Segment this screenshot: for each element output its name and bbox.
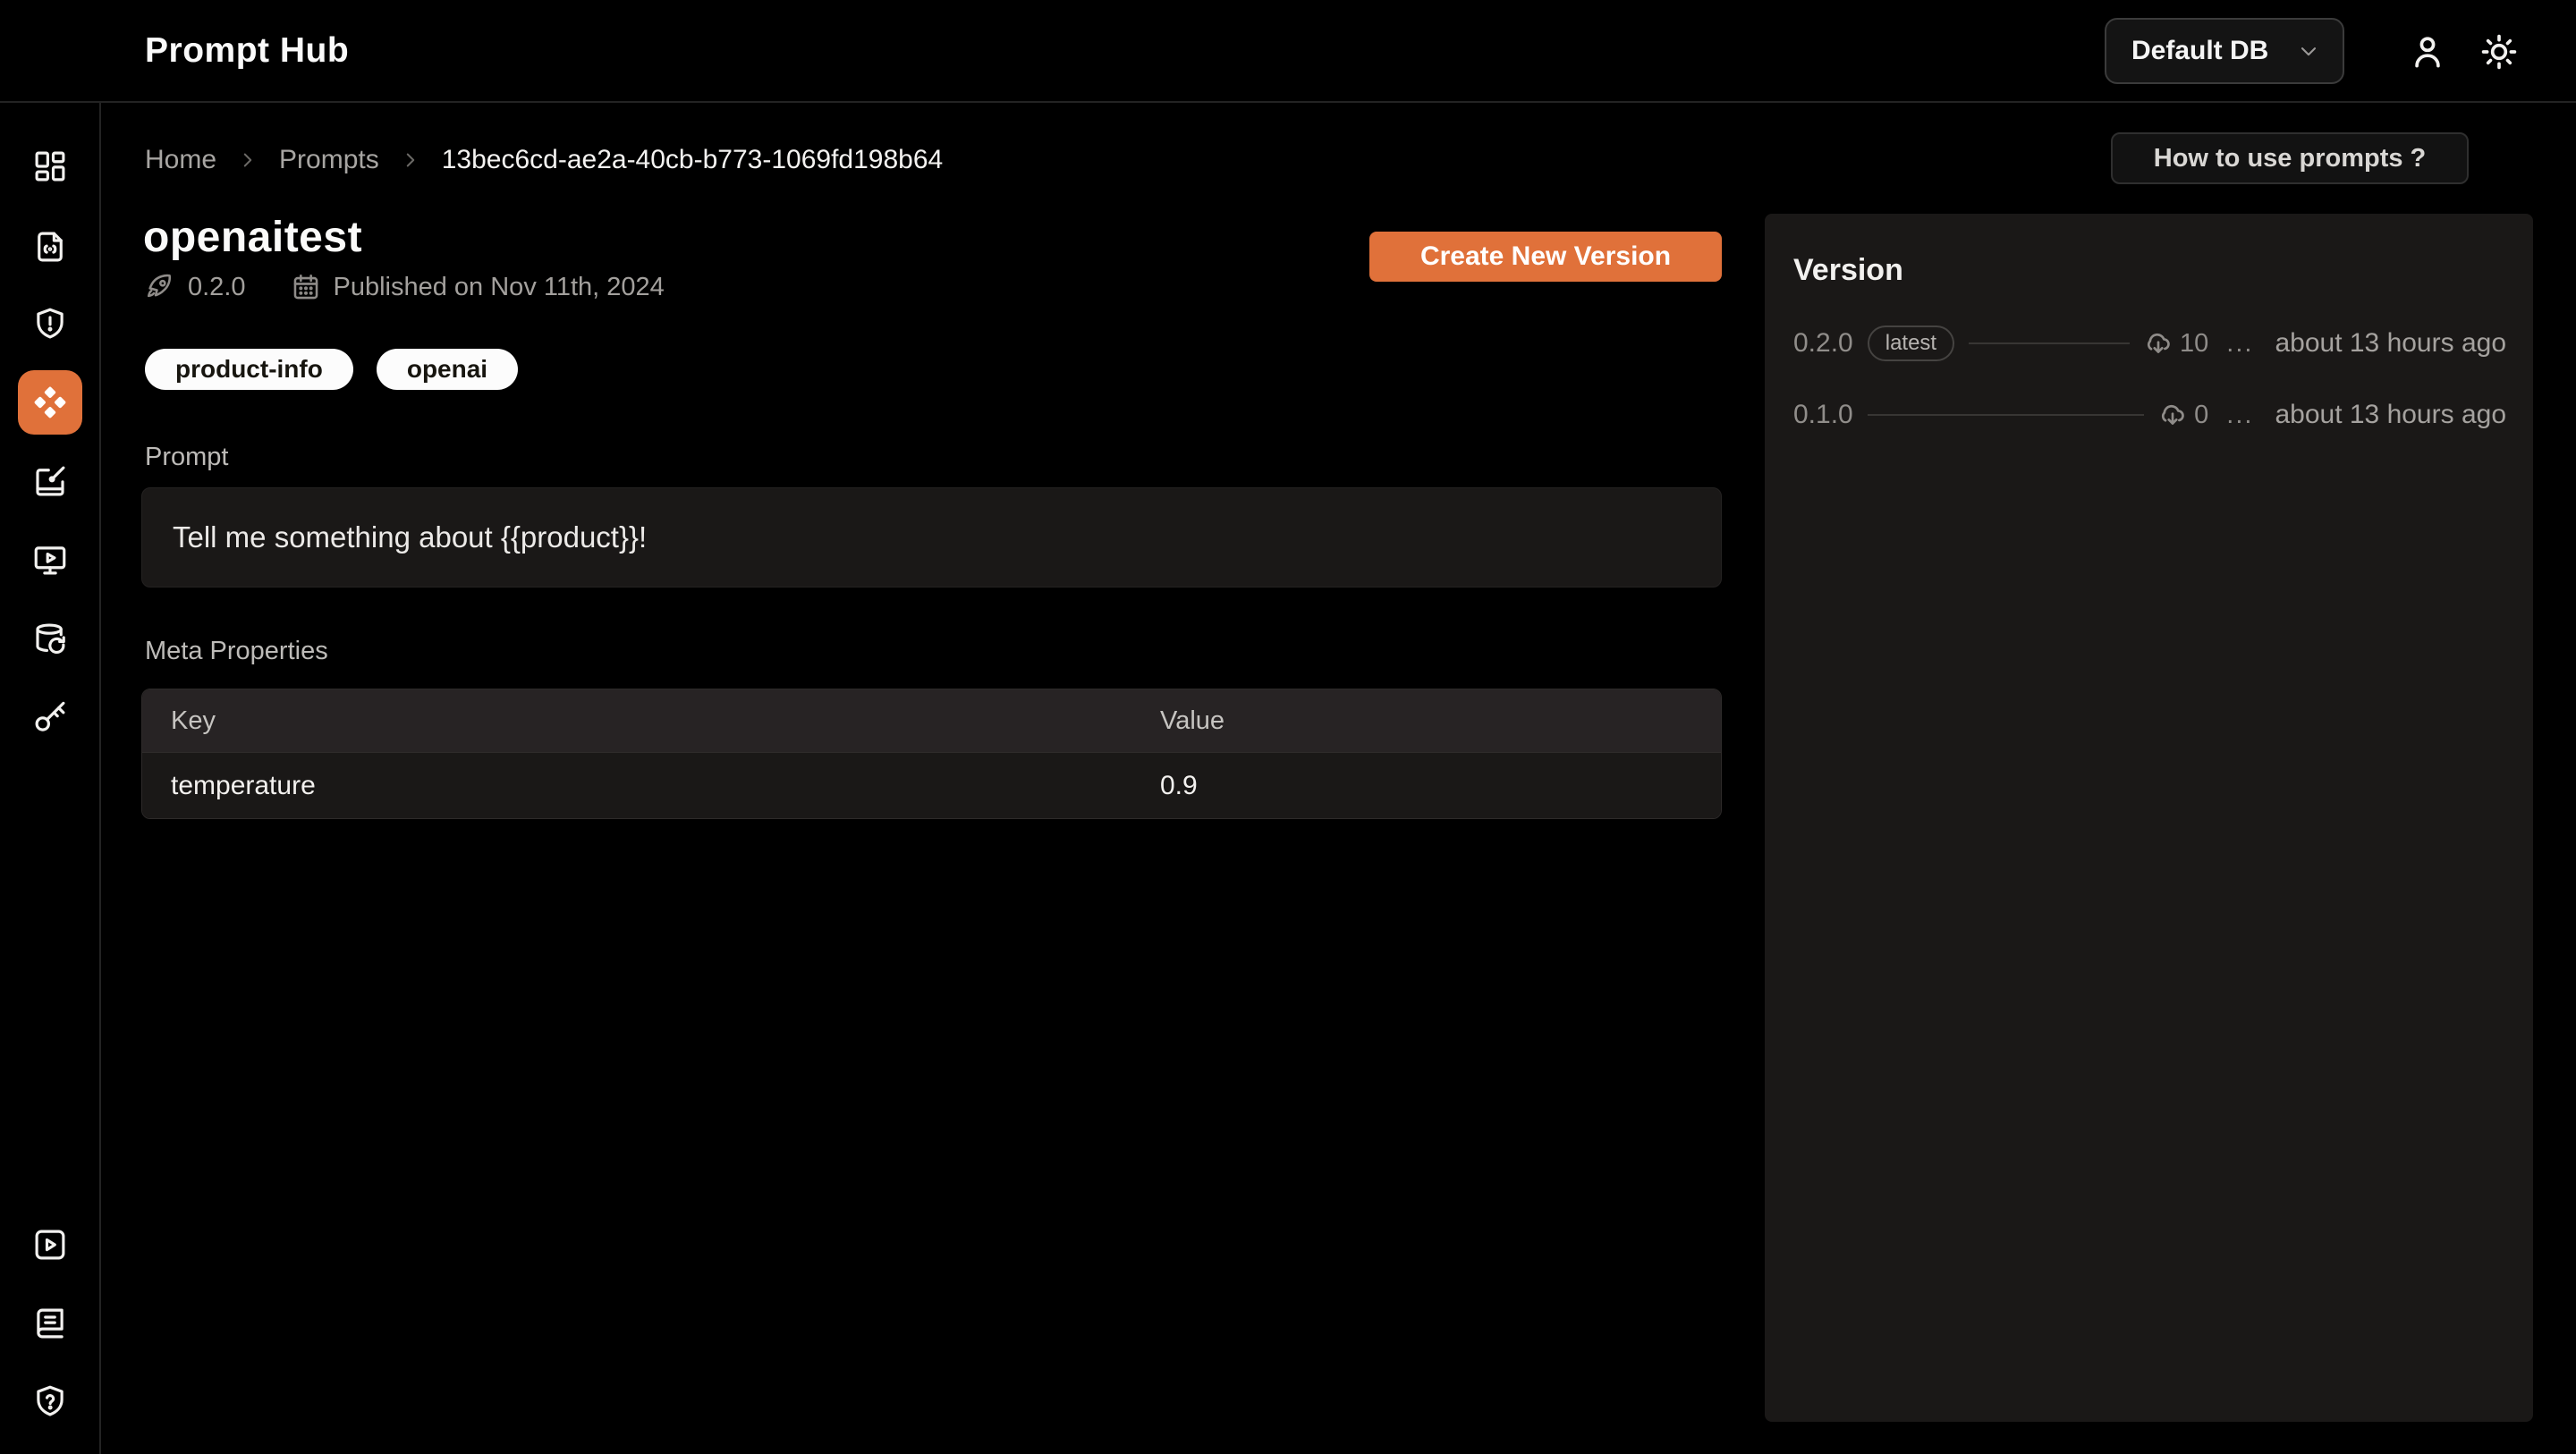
cloud-download-icon (2144, 329, 2173, 358)
shield-alert-icon (31, 305, 69, 342)
version-number: 0.2.0 (1793, 328, 1853, 359)
sidebar-item-alerts[interactable] (18, 292, 82, 356)
connector-line (1969, 342, 2130, 344)
theme-sun-icon[interactable] (2479, 32, 2519, 72)
prompts-diamonds-icon (31, 384, 69, 421)
book-pen-icon (31, 462, 69, 500)
downloads-count: 10 (2144, 329, 2208, 359)
table-cell-key: temperature (142, 771, 1160, 801)
sidebar-item-support[interactable] (18, 1369, 82, 1433)
table-header-row: Key Value (142, 689, 1721, 752)
breadcrumb-home[interactable]: Home (145, 145, 216, 175)
breadcrumb: Home Prompts 13bec6cd-ae2a-40cb-b773-106… (145, 134, 943, 186)
cloud-download-icon (2158, 401, 2187, 429)
db-selector-label: Default DB (2131, 36, 2268, 66)
downloads-count: 0 (2158, 401, 2208, 430)
connector-line (1868, 414, 2144, 416)
version-number: 0.1.0 (1793, 400, 1853, 430)
dashboard-grid-icon (31, 148, 69, 185)
sidebar-item-datasets[interactable] (18, 607, 82, 672)
page-title: openaitest (143, 213, 362, 262)
sidebar-item-dashboard[interactable] (18, 134, 82, 199)
file-code-icon (31, 228, 69, 266)
db-selector[interactable]: Default DB (2105, 18, 2344, 84)
topbar: Prompt Hub Default DB (0, 0, 2576, 103)
chevron-right-icon (399, 148, 422, 172)
prompt-text: Tell me something about {{product}}! (173, 520, 647, 554)
prompt-meta-row: 0.2.0 Published on Nov 11th, 2024 (145, 268, 665, 306)
more-options-button[interactable]: ... (2226, 329, 2253, 359)
sidebar-item-sessions[interactable] (18, 528, 82, 592)
tag-pill: openai (377, 349, 518, 390)
calendar-icon (291, 272, 321, 302)
prompt-version: 0.2.0 (188, 273, 246, 302)
downloads-number: 0 (2194, 401, 2208, 430)
key-icon (31, 699, 69, 737)
sidebar (0, 0, 101, 1454)
breadcrumb-prompts[interactable]: Prompts (279, 145, 379, 175)
sidebar-item-prompts[interactable] (18, 370, 82, 435)
downloads-number: 10 (2180, 329, 2208, 359)
database-restore-icon (31, 621, 69, 658)
more-options-button[interactable]: ... (2226, 401, 2253, 430)
rocket-icon (145, 272, 175, 302)
meta-properties-table: Key Value temperature 0.9 (141, 689, 1722, 819)
monitor-play-icon (31, 541, 69, 579)
prompt-text-panel: Tell me something about {{product}}! (141, 487, 1722, 588)
table-header-key: Key (142, 706, 1160, 736)
book-docs-icon (31, 1305, 69, 1342)
version-panel: Version 0.2.0 latest 10 ... about 13 hou… (1765, 214, 2533, 1422)
table-header-value: Value (1160, 706, 1721, 736)
create-new-version-button[interactable]: Create New Version (1369, 232, 1722, 282)
table-cell-value: 0.9 (1160, 771, 1721, 801)
how-to-use-prompts-button[interactable]: How to use prompts ? (2111, 132, 2469, 184)
chevron-right-icon (236, 148, 259, 172)
latest-badge: latest (1868, 325, 1954, 361)
user-icon[interactable] (2408, 32, 2447, 72)
chevron-down-icon (2296, 38, 2321, 63)
sidebar-item-api-keys[interactable] (18, 686, 82, 750)
sidebar-item-requests[interactable] (18, 215, 82, 279)
tag-list: product-info openai (145, 349, 518, 390)
published-date: Published on Nov 11th, 2024 (334, 273, 665, 302)
app-title: Prompt Hub (145, 0, 349, 101)
prompt-section-label: Prompt (145, 443, 228, 472)
sidebar-item-docs[interactable] (18, 1291, 82, 1356)
shield-question-icon (31, 1382, 69, 1420)
sidebar-item-tutorials[interactable] (18, 1213, 82, 1277)
play-square-icon (31, 1226, 69, 1264)
meta-properties-label: Meta Properties (145, 637, 328, 666)
version-time: about 13 hours ago (2275, 328, 2506, 359)
tag-pill: product-info (145, 349, 353, 390)
version-row[interactable]: 0.1.0 0 ... about 13 hours ago (1765, 387, 2533, 443)
table-row: temperature 0.9 (142, 752, 1721, 818)
version-time: about 13 hours ago (2275, 400, 2506, 430)
sidebar-item-annotations[interactable] (18, 449, 82, 513)
version-row[interactable]: 0.2.0 latest 10 ... about 13 hours ago (1765, 316, 2533, 371)
breadcrumb-prompt-id: 13bec6cd-ae2a-40cb-b773-1069fd198b64 (442, 145, 943, 175)
version-panel-title: Version (1793, 253, 1903, 288)
